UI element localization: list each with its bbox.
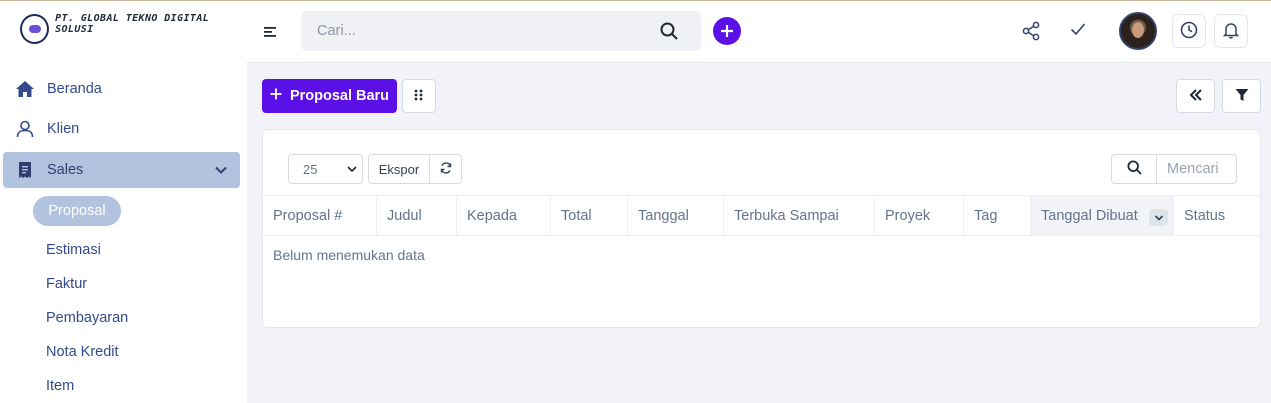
menu-toggle-icon[interactable] (264, 26, 278, 42)
column-header-label: Tanggal Dibuat (1041, 207, 1138, 224)
pipeline-view-button[interactable] (402, 79, 436, 113)
global-search-input[interactable] (301, 11, 701, 51)
top-header (247, 1, 1271, 63)
sidebar-subitem-nota-kredit[interactable]: Nota Kredit (46, 344, 119, 360)
sidebar-subitem-proposal[interactable]: Proposal (33, 196, 121, 226)
column-header-proposal-number[interactable]: Proposal # (263, 196, 377, 235)
filter-button[interactable] (1222, 79, 1261, 113)
sidebar-subitem-item[interactable]: Item (46, 378, 74, 394)
share-icon[interactable] (1022, 21, 1040, 44)
home-icon (3, 80, 47, 98)
sidebar-item-beranda[interactable]: Beranda (3, 71, 240, 107)
user-icon (3, 120, 47, 138)
column-header-tanggal[interactable]: Tanggal (628, 196, 724, 235)
bell-icon (1222, 21, 1240, 42)
new-proposal-button[interactable]: Proposal Baru (262, 79, 397, 113)
clock-icon (1180, 21, 1198, 42)
collapse-panel-button[interactable] (1176, 79, 1215, 113)
grid-dots-icon (414, 88, 424, 104)
sidebar-item-label: Beranda (47, 81, 102, 97)
logo-mark-icon (20, 14, 50, 44)
table-search-icon-button[interactable] (1111, 154, 1157, 184)
receipt-icon (3, 161, 47, 179)
double-chevron-left-icon (1189, 88, 1203, 104)
quick-add-button[interactable] (713, 17, 741, 45)
table-search-input[interactable] (1156, 154, 1237, 184)
table-header: Proposal # Judul Kepada Total Tanggal Te… (263, 195, 1260, 236)
search-icon[interactable] (660, 22, 678, 43)
column-header-kepada[interactable]: Kepada (457, 196, 551, 235)
sidebar-subitem-faktur[interactable]: Faktur (46, 276, 87, 292)
column-header-tag[interactable]: Tag (964, 196, 1031, 235)
sidebar-item-label: Sales (47, 162, 84, 178)
reload-button[interactable] (429, 154, 462, 184)
filter-icon (1235, 88, 1249, 105)
proposals-table-card: 25 Ekspor Proposal # Judul Kepada Total … (262, 129, 1261, 328)
search-icon (1126, 160, 1142, 178)
brand-name: PT. GLOBAL TEKNO DIGITAL SOLUSI (55, 13, 210, 35)
chevron-down-icon (214, 163, 228, 180)
sidebar-item-sales[interactable]: Sales (3, 152, 240, 188)
sidebar-subitem-estimasi[interactable]: Estimasi (46, 242, 101, 258)
page-length-select[interactable]: 25 (288, 154, 363, 184)
avatar[interactable] (1119, 12, 1157, 50)
sidebar-subitem-pembayaran[interactable]: Pembayaran (46, 310, 128, 326)
notifications-button[interactable] (1214, 14, 1248, 48)
new-proposal-label: Proposal Baru (289, 88, 390, 104)
brand-logo[interactable]: PT. GLOBAL TEKNO DIGITAL SOLUSI (20, 13, 247, 44)
sidebar-item-klien[interactable]: Klien (3, 111, 240, 147)
sidebar-item-label: Klien (47, 121, 80, 137)
column-header-proyek[interactable]: Proyek (875, 196, 964, 235)
timer-button[interactable] (1172, 14, 1206, 48)
chevron-down-icon (346, 163, 358, 178)
column-header-total[interactable]: Total (551, 196, 628, 235)
sort-desc-icon (1149, 209, 1168, 226)
refresh-icon (440, 161, 452, 177)
plus-icon (270, 88, 282, 104)
empty-table-message: Belum menemukan data (273, 247, 425, 263)
column-header-status[interactable]: Status (1174, 196, 1260, 235)
check-icon[interactable] (1070, 22, 1086, 39)
column-header-judul[interactable]: Judul (377, 196, 457, 235)
column-header-tanggal-dibuat[interactable]: Tanggal Dibuat (1031, 196, 1174, 235)
sidebar: PT. GLOBAL TEKNO DIGITAL SOLUSI Beranda … (0, 1, 247, 403)
export-button[interactable]: Ekspor (368, 154, 430, 184)
page-length-value: 25 (303, 161, 318, 177)
column-header-terbuka-sampai[interactable]: Terbuka Sampai (724, 196, 875, 235)
